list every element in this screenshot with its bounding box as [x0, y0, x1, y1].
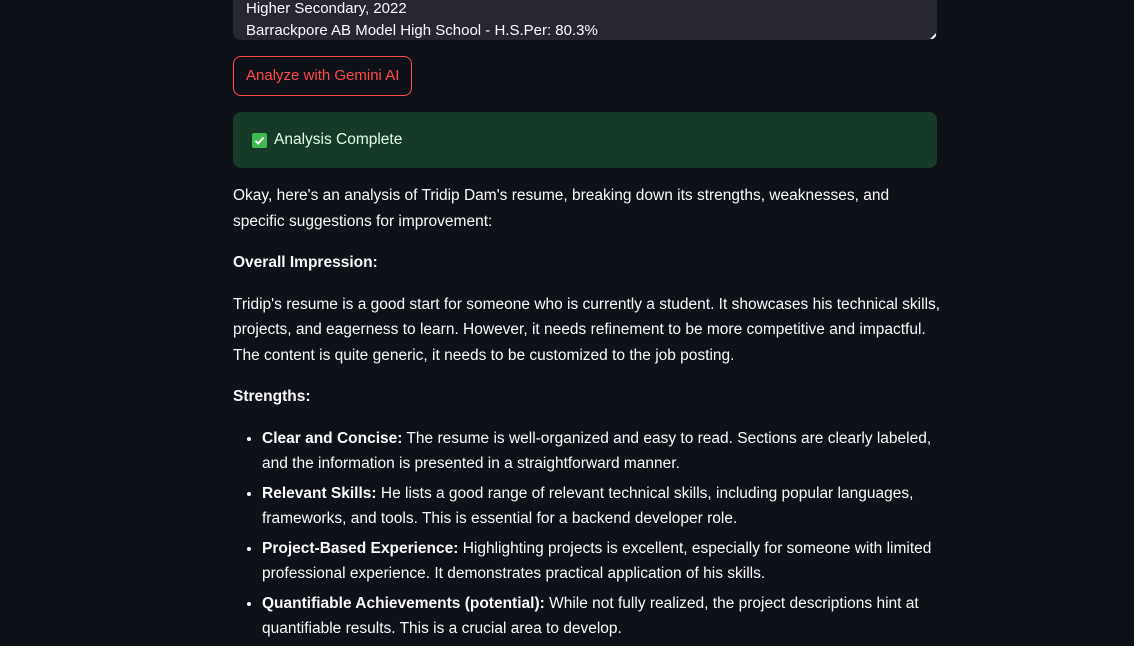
list-item: Quantifiable Achievements (potential): W…: [262, 591, 943, 642]
list-item: Relevant Skills: He lists a good range o…: [262, 481, 943, 532]
strength-title: Clear and Concise:: [262, 429, 403, 447]
alert-text: Analysis Complete: [274, 131, 403, 148]
resize-handle-icon[interactable]: [930, 33, 936, 39]
textarea-line: Barrackpore AB Model High School - H.S.P…: [246, 22, 598, 39]
analysis-intro: Okay, here's an analysis of Tridip Dam's…: [233, 187, 890, 230]
strengths-heading: Strengths:: [233, 388, 311, 405]
analysis-output: Okay, here's an analysis of Tridip Dam's…: [233, 183, 943, 646]
overall-impression-heading: Overall Impression:: [233, 254, 378, 271]
education-textarea[interactable]: Higher Secondary, 2022 Barrackpore AB Mo…: [233, 0, 937, 40]
textarea-line: Higher Secondary, 2022: [246, 0, 407, 17]
strength-title: Relevant Skills:: [262, 484, 377, 502]
success-alert: Analysis Complete: [233, 112, 937, 168]
strengths-list: Clear and Concise: The resume is well-or…: [233, 426, 943, 642]
strength-title: Quantifiable Achievements (potential):: [262, 594, 545, 612]
list-item: Project-Based Experience: Highlighting p…: [262, 536, 943, 587]
analyze-button[interactable]: Analyze with Gemini AI: [233, 56, 413, 96]
strength-title: Project-Based Experience:: [262, 539, 459, 557]
list-item: Clear and Concise: The resume is well-or…: [262, 426, 943, 477]
main-content: Higher Secondary, 2022 Barrackpore AB Mo…: [233, 0, 940, 637]
overall-impression-text: Tridip's resume is a good start for some…: [233, 295, 941, 364]
check-icon: [252, 132, 267, 148]
